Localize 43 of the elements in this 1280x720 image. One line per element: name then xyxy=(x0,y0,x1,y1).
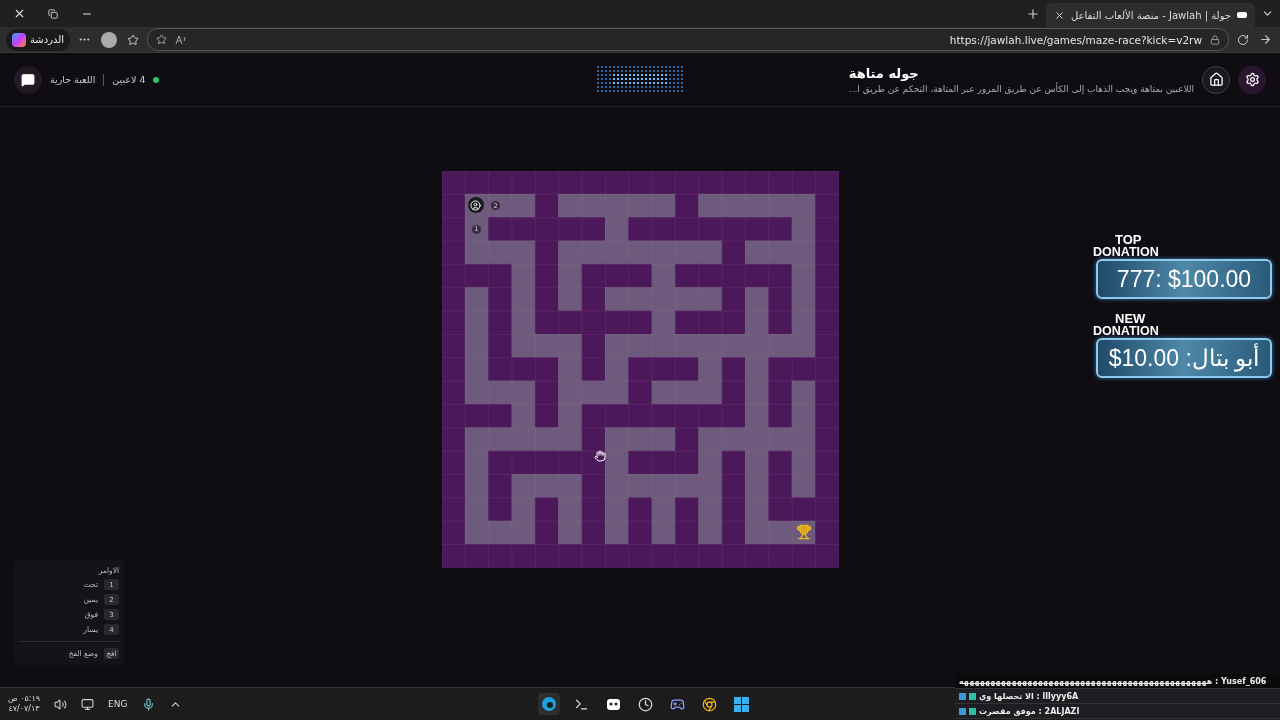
game-state-label: اللعبة جارية xyxy=(50,74,96,85)
chat-bubble-button[interactable] xyxy=(14,65,42,94)
lock-icon xyxy=(1210,34,1220,45)
donation-label: TOP xyxy=(1114,234,1143,246)
chat-text: Yusef_606 : هههههههههههههههههههههههههههههههههههههههههههههههه xyxy=(959,676,1267,686)
donation-amount: 777: $100.00 xyxy=(1096,259,1272,299)
donation-amount: أبو بتال: 10.00$ xyxy=(1096,338,1272,378)
volume-icon[interactable] xyxy=(54,697,68,711)
favorites-button[interactable] xyxy=(125,33,142,46)
game-description: اللاعبين بمتاهة ويجب الذهاب إلى الكأس عن طريق المرور عبر المتاهة، التحكم عن طريق ا... xyxy=(848,83,1194,94)
read-aloud-icon[interactable] xyxy=(175,34,188,45)
plus-icon xyxy=(1025,6,1040,21)
speech-bubble-icon xyxy=(21,72,35,87)
restore-icon xyxy=(48,8,58,19)
refresh-button[interactable] xyxy=(1235,33,1251,46)
browser-tab[interactable]: جولة | Jawlah - منصة الألعاب التفاعل xyxy=(1045,3,1255,27)
avatar-icon xyxy=(101,31,118,48)
players-count: 4 لاعبين xyxy=(112,74,146,85)
settings-icon xyxy=(1244,72,1260,87)
star-icon[interactable] xyxy=(156,34,168,45)
hand-cursor-icon xyxy=(593,450,606,462)
monitor-icon[interactable] xyxy=(81,697,95,711)
home-icon xyxy=(1208,72,1224,87)
chat-text: 2ALJAZI : موفق مقصرت xyxy=(979,706,1080,716)
donation-label: DONATION xyxy=(1093,246,1160,258)
refresh-icon xyxy=(1237,33,1249,46)
trophy-icon xyxy=(795,524,812,541)
language-indicator[interactable]: ENG xyxy=(108,699,128,709)
arrow-right-icon xyxy=(1259,33,1272,46)
microphone-icon[interactable] xyxy=(141,697,155,711)
close-tab-icon[interactable] xyxy=(1053,9,1065,21)
settings-button[interactable] xyxy=(1238,65,1266,94)
game-title: جوله متاهة xyxy=(848,65,919,81)
star-icon xyxy=(127,33,140,46)
donation-label: NEW xyxy=(1114,313,1147,325)
clock[interactable]: ٠٥:١٩ ص ٤٧/٠٧/١٣ xyxy=(8,694,41,714)
address-field[interactable]: https://jawlah.live/games/maze-race?kick=v2rw xyxy=(147,28,1229,51)
copilot-icon xyxy=(12,32,26,47)
chat-button[interactable]: الدردشة xyxy=(6,28,71,51)
home-button[interactable] xyxy=(1202,65,1230,94)
chat-text: lllyyy6A : الا تحصلها وي xyxy=(979,691,1079,701)
tab-favicon-icon xyxy=(1237,11,1247,19)
donation-label: DONATION xyxy=(1093,325,1160,337)
